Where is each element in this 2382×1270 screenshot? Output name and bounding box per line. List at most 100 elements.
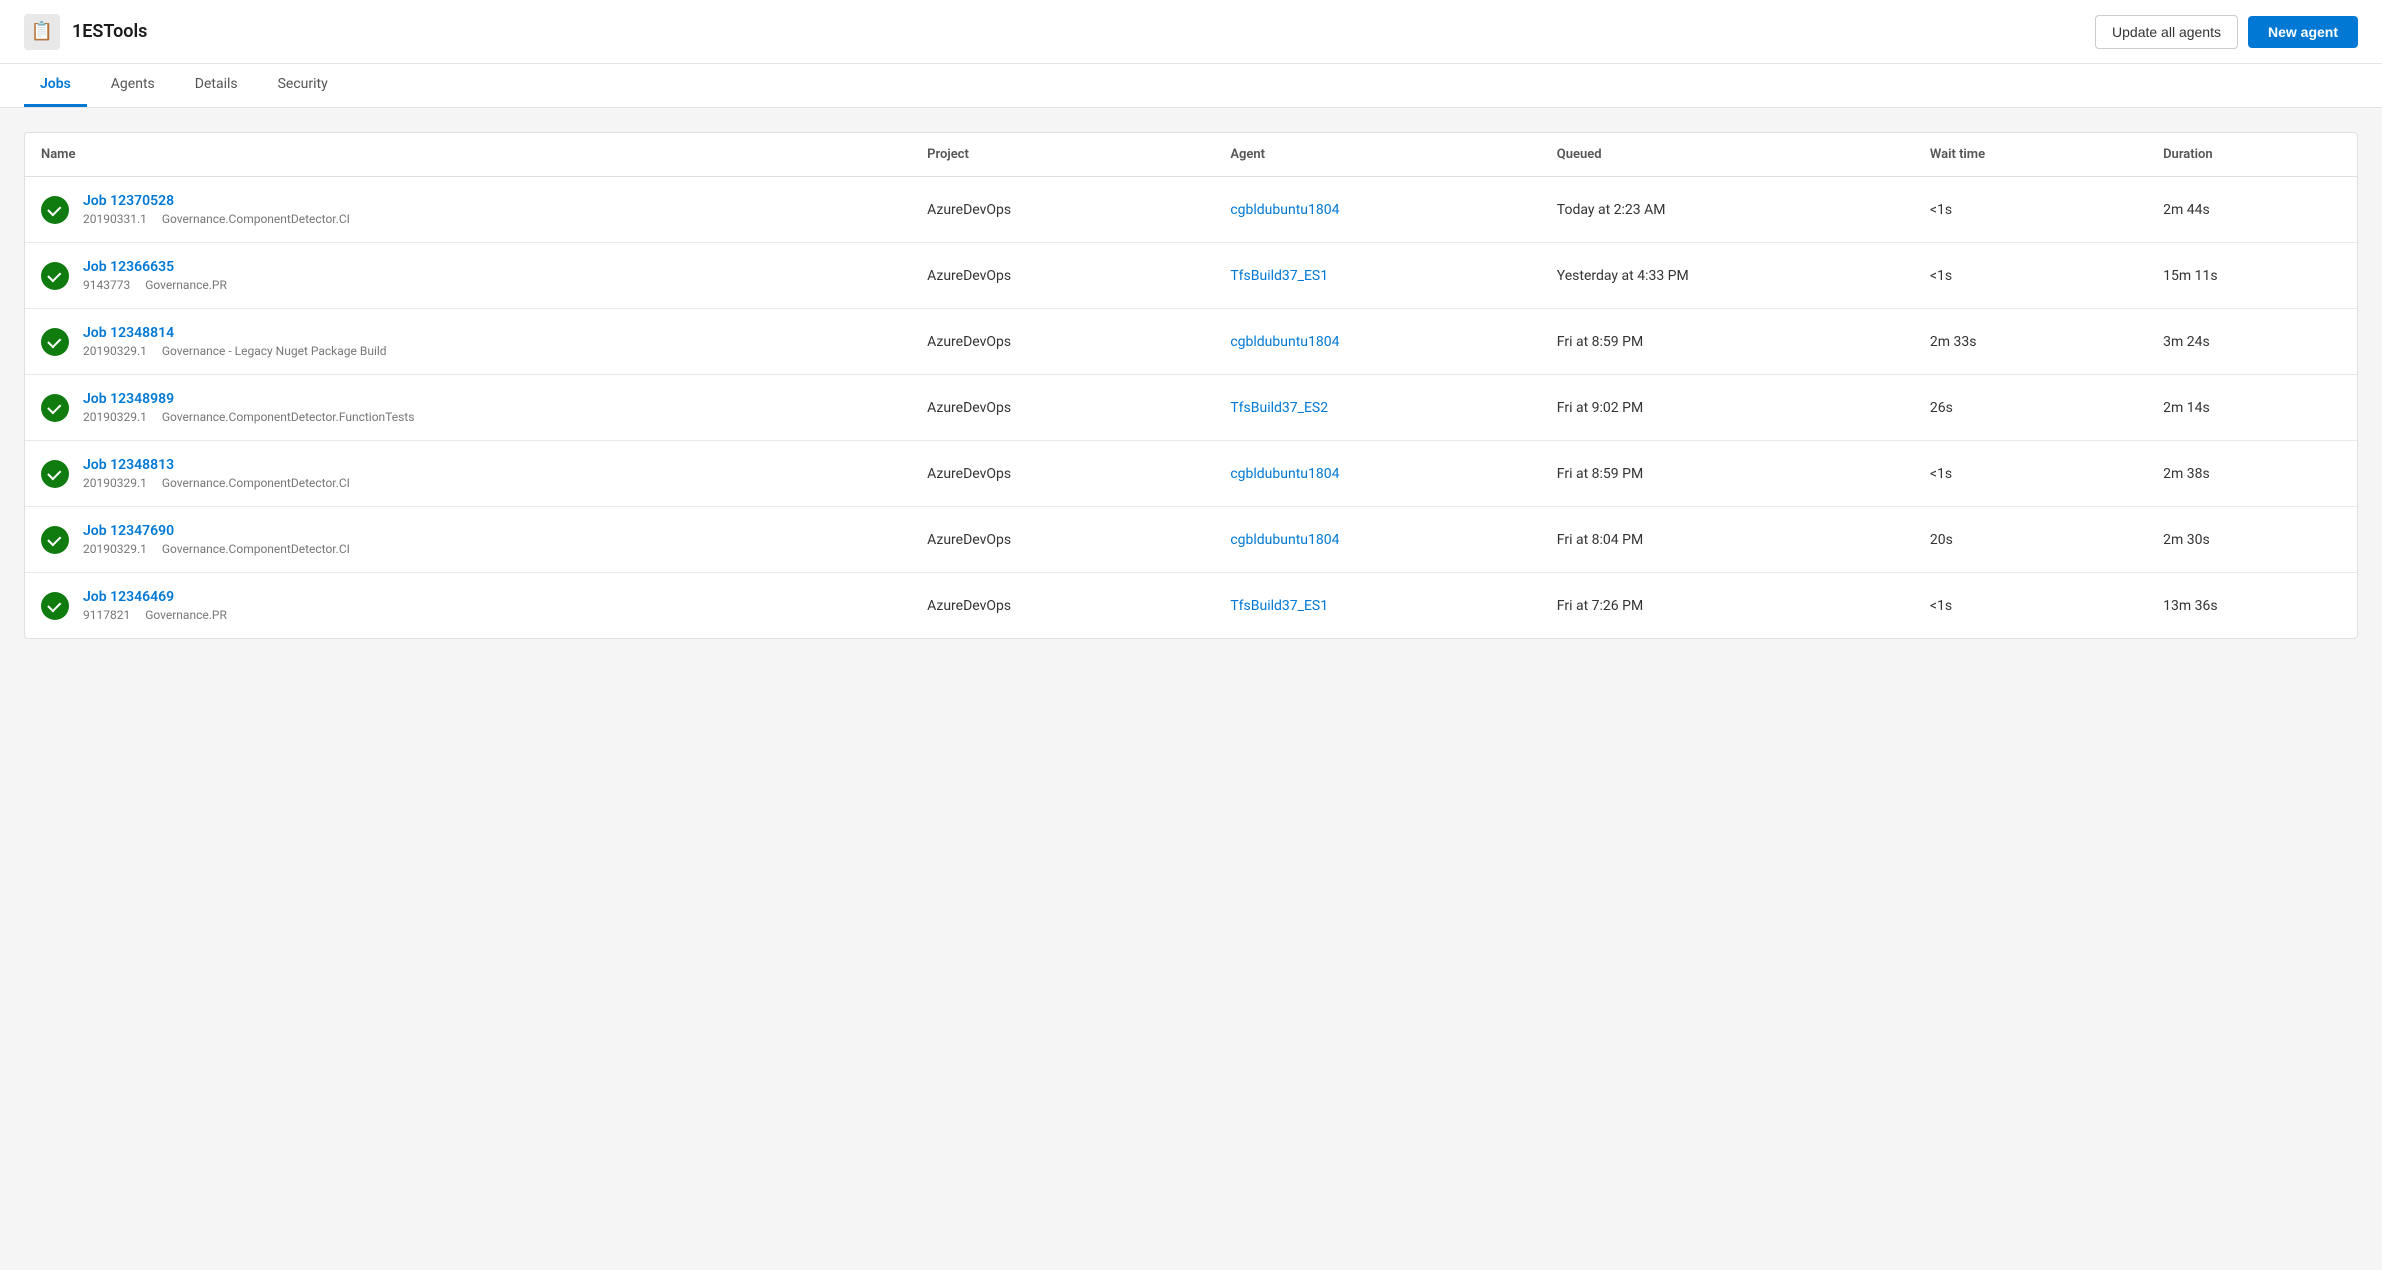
job-id: 9117821: [83, 608, 130, 622]
tab-security[interactable]: Security: [262, 64, 344, 107]
job-info: Job 12346469 9117821 Governance.PR: [83, 589, 227, 622]
job-cell: Job 12370528 20190331.1 Governance.Compo…: [41, 193, 895, 226]
job-wait-time: 20s: [1914, 507, 2147, 573]
job-queued: Yesterday at 4:33 PM: [1541, 243, 1914, 309]
job-duration: 2m 30s: [2147, 507, 2357, 573]
job-cell: Job 12348989 20190329.1 Governance.Compo…: [41, 391, 895, 424]
new-agent-button[interactable]: New agent: [2248, 16, 2358, 48]
job-name[interactable]: Job 12346469: [83, 589, 227, 605]
job-pipeline: Governance.ComponentDetector.CI: [162, 212, 350, 226]
job-name[interactable]: Job 12370528: [83, 193, 350, 209]
success-icon: [41, 526, 69, 554]
main-content: Name Project Agent Queued Wait time Dura…: [0, 108, 2382, 663]
table-body: Job 12370528 20190331.1 Governance.Compo…: [25, 177, 2357, 639]
job-name-cell: Job 12346469 9117821 Governance.PR: [25, 573, 911, 639]
job-wait-time: 26s: [1914, 375, 2147, 441]
job-name[interactable]: Job 12348814: [83, 325, 387, 341]
tab-details[interactable]: Details: [179, 64, 254, 107]
job-pipeline: Governance.PR: [145, 608, 227, 622]
success-icon: [41, 196, 69, 224]
header-left: 📋 1ESTools: [24, 14, 147, 50]
job-agent[interactable]: TfsBuild37_ES1: [1214, 243, 1540, 309]
tab-jobs[interactable]: Jobs: [24, 64, 87, 107]
job-pipeline: Governance.ComponentDetector.FunctionTes…: [162, 410, 415, 424]
job-pipeline: Governance.PR: [145, 278, 227, 292]
col-header-project: Project: [911, 133, 1214, 177]
job-info: Job 12366635 9143773 Governance.PR: [83, 259, 227, 292]
job-pipeline: Governance - Legacy Nuget Package Build: [162, 344, 387, 358]
job-queued: Fri at 7:26 PM: [1541, 573, 1914, 639]
col-header-agent: Agent: [1214, 133, 1540, 177]
job-agent[interactable]: TfsBuild37_ES1: [1214, 573, 1540, 639]
job-meta: 20190329.1 Governance - Legacy Nuget Pac…: [83, 344, 387, 358]
success-icon: [41, 262, 69, 290]
job-wait-time: <1s: [1914, 441, 2147, 507]
job-queued: Fri at 8:59 PM: [1541, 309, 1914, 375]
job-cell: Job 12348813 20190329.1 Governance.Compo…: [41, 457, 895, 490]
page-header: 📋 1ESTools Update all agents New agent: [0, 0, 2382, 64]
job-project: AzureDevOps: [911, 177, 1214, 243]
table-row: Job 12348813 20190329.1 Governance.Compo…: [25, 441, 2357, 507]
job-agent[interactable]: cgbldubuntu1804: [1214, 177, 1540, 243]
job-duration: 2m 44s: [2147, 177, 2357, 243]
table-header: Name Project Agent Queued Wait time Dura…: [25, 133, 2357, 177]
job-name[interactable]: Job 12348989: [83, 391, 414, 407]
job-info: Job 12370528 20190331.1 Governance.Compo…: [83, 193, 350, 226]
job-agent[interactable]: cgbldubuntu1804: [1214, 441, 1540, 507]
app-icon: 📋: [24, 14, 60, 50]
job-meta: 9143773 Governance.PR: [83, 278, 227, 292]
job-id: 20190329.1: [83, 476, 147, 490]
table-row: Job 12348989 20190329.1 Governance.Compo…: [25, 375, 2357, 441]
job-duration: 2m 38s: [2147, 441, 2357, 507]
job-duration: 15m 11s: [2147, 243, 2357, 309]
job-cell: Job 12366635 9143773 Governance.PR: [41, 259, 895, 292]
tabs-bar: Jobs Agents Details Security: [0, 64, 2382, 108]
table-row: Job 12346469 9117821 Governance.PR Azure…: [25, 573, 2357, 639]
jobs-table: Name Project Agent Queued Wait time Dura…: [25, 133, 2357, 638]
job-info: Job 12348989 20190329.1 Governance.Compo…: [83, 391, 414, 424]
job-cell: Job 12346469 9117821 Governance.PR: [41, 589, 895, 622]
job-project: AzureDevOps: [911, 375, 1214, 441]
job-queued: Today at 2:23 AM: [1541, 177, 1914, 243]
job-name-cell: Job 12348813 20190329.1 Governance.Compo…: [25, 441, 911, 507]
job-meta: 20190329.1 Governance.ComponentDetector.…: [83, 542, 350, 556]
job-cell: Job 12347690 20190329.1 Governance.Compo…: [41, 523, 895, 556]
app-title: 1ESTools: [72, 21, 147, 42]
success-icon: [41, 460, 69, 488]
job-project: AzureDevOps: [911, 573, 1214, 639]
job-id: 20190329.1: [83, 410, 147, 424]
jobs-table-container: Name Project Agent Queued Wait time Dura…: [24, 132, 2358, 639]
job-info: Job 12348813 20190329.1 Governance.Compo…: [83, 457, 350, 490]
job-agent[interactable]: cgbldubuntu1804: [1214, 309, 1540, 375]
job-cell: Job 12348814 20190329.1 Governance - Leg…: [41, 325, 895, 358]
job-duration: 2m 14s: [2147, 375, 2357, 441]
job-name-cell: Job 12347690 20190329.1 Governance.Compo…: [25, 507, 911, 573]
job-agent[interactable]: cgbldubuntu1804: [1214, 507, 1540, 573]
table-row: Job 12370528 20190331.1 Governance.Compo…: [25, 177, 2357, 243]
job-name[interactable]: Job 12366635: [83, 259, 227, 275]
job-id: 20190331.1: [83, 212, 147, 226]
job-name-cell: Job 12366635 9143773 Governance.PR: [25, 243, 911, 309]
job-id: 20190329.1: [83, 344, 147, 358]
job-info: Job 12348814 20190329.1 Governance - Leg…: [83, 325, 387, 358]
job-name[interactable]: Job 12347690: [83, 523, 350, 539]
job-queued: Fri at 9:02 PM: [1541, 375, 1914, 441]
job-pipeline: Governance.ComponentDetector.CI: [162, 476, 350, 490]
job-agent[interactable]: TfsBuild37_ES2: [1214, 375, 1540, 441]
col-header-wait-time: Wait time: [1914, 133, 2147, 177]
job-wait-time: <1s: [1914, 573, 2147, 639]
job-project: AzureDevOps: [911, 507, 1214, 573]
job-name-cell: Job 12370528 20190331.1 Governance.Compo…: [25, 177, 911, 243]
job-name[interactable]: Job 12348813: [83, 457, 350, 473]
job-meta: 9117821 Governance.PR: [83, 608, 227, 622]
col-header-duration: Duration: [2147, 133, 2357, 177]
update-all-agents-button[interactable]: Update all agents: [2095, 15, 2238, 49]
tab-agents[interactable]: Agents: [95, 64, 171, 107]
job-duration: 13m 36s: [2147, 573, 2357, 639]
job-name-cell: Job 12348814 20190329.1 Governance - Leg…: [25, 309, 911, 375]
success-icon: [41, 394, 69, 422]
job-project: AzureDevOps: [911, 441, 1214, 507]
job-project: AzureDevOps: [911, 309, 1214, 375]
job-wait-time: 2m 33s: [1914, 309, 2147, 375]
job-queued: Fri at 8:04 PM: [1541, 507, 1914, 573]
